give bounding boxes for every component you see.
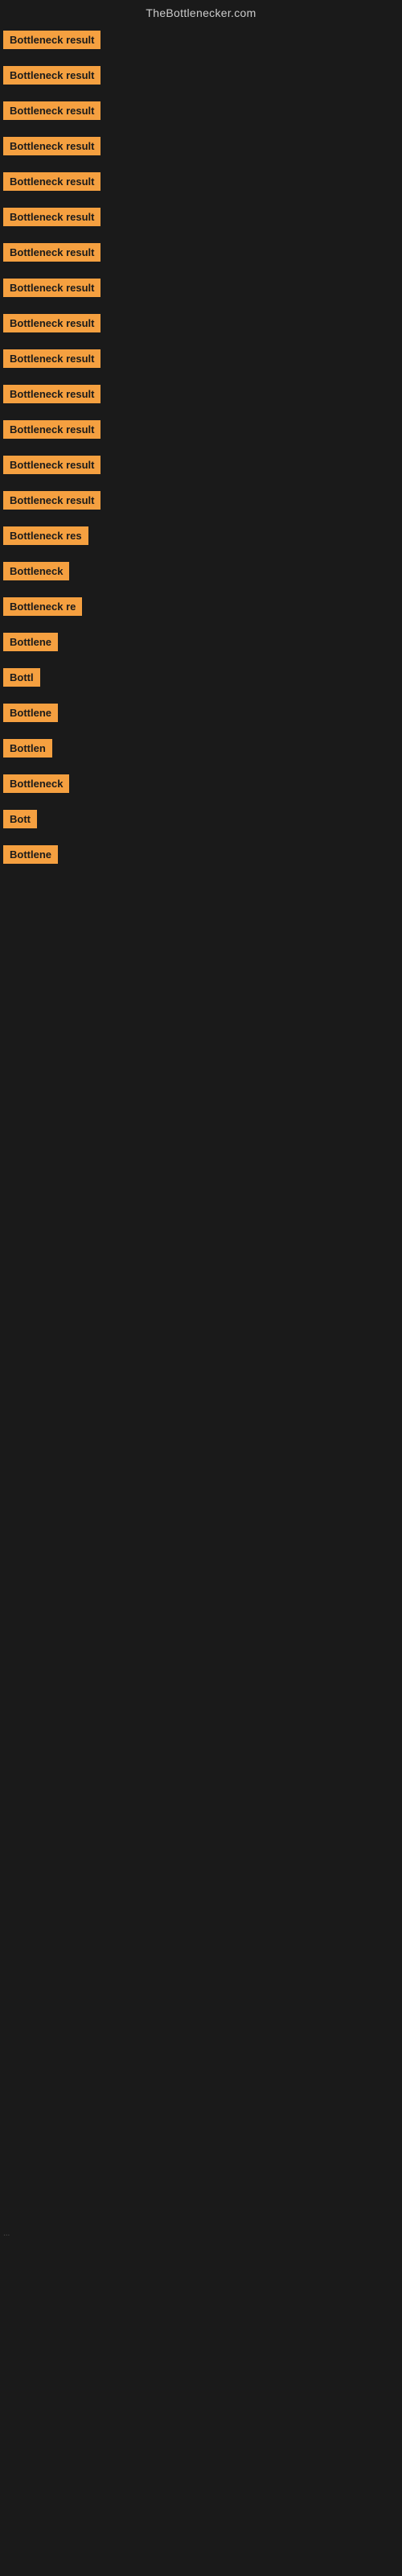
bottleneck-row: Bottleneck result [0, 130, 402, 166]
bottleneck-badge[interactable]: Bottleneck result [3, 243, 100, 262]
bottleneck-row: Bottleneck re [0, 591, 402, 626]
bottleneck-badge[interactable]: Bottleneck result [3, 349, 100, 368]
bottleneck-row: Bottleneck result [0, 449, 402, 485]
bottleneck-badge[interactable]: Bottleneck result [3, 314, 100, 332]
bottleneck-badge[interactable]: Bott [3, 810, 37, 828]
bottleneck-row: Bottleneck result [0, 237, 402, 272]
bottleneck-row: Bottleneck result [0, 485, 402, 520]
bottleneck-badge[interactable]: Bottleneck result [3, 208, 100, 226]
bottleneck-row: Bottleneck result [0, 414, 402, 449]
bottleneck-badge[interactable]: Bottleneck result [3, 385, 100, 403]
bottleneck-badge[interactable]: Bottleneck result [3, 420, 100, 439]
site-title: TheBottlenecker.com [146, 6, 256, 19]
bottleneck-badge[interactable]: Bottleneck [3, 562, 69, 580]
ellipsis-indicator: ... [3, 2229, 10, 2238]
bottleneck-row: Bottleneck result [0, 201, 402, 237]
bottleneck-row: Bottleneck result [0, 343, 402, 378]
bottleneck-badge[interactable]: Bottleneck result [3, 456, 100, 474]
bottleneck-badge[interactable]: Bottleneck [3, 774, 69, 793]
bottleneck-badge[interactable]: Bottlene [3, 633, 58, 651]
bottleneck-row: Bottleneck result [0, 166, 402, 201]
bottleneck-badge[interactable]: Bottlen [3, 739, 52, 758]
bottleneck-badge[interactable]: Bottleneck re [3, 597, 82, 616]
bottleneck-row: Bottleneck [0, 555, 402, 591]
bottleneck-row: Bottleneck result [0, 272, 402, 308]
bottleneck-row: Bottleneck result [0, 95, 402, 130]
bottleneck-row: Bottleneck result [0, 24, 402, 60]
bottleneck-badge[interactable]: Bottlene [3, 845, 58, 864]
bottleneck-row: Bottlene [0, 697, 402, 733]
bottleneck-badge[interactable]: Bottleneck result [3, 66, 100, 85]
bottleneck-row: Bottleneck [0, 768, 402, 803]
bottleneck-badge[interactable]: Bottleneck result [3, 491, 100, 510]
bottleneck-row: Bottl [0, 662, 402, 697]
bottleneck-row: Bottleneck result [0, 60, 402, 95]
bottleneck-badge[interactable]: Bottleneck result [3, 172, 100, 191]
bottleneck-row: Bottlene [0, 839, 402, 874]
spacer [0, 874, 402, 1357]
bottleneck-badge[interactable]: Bottleneck result [3, 279, 100, 297]
bottleneck-badge[interactable]: Bottlene [3, 704, 58, 722]
bottleneck-row: Bott [0, 803, 402, 839]
bottleneck-row: Bottleneck res [0, 520, 402, 555]
site-header: TheBottlenecker.com [0, 0, 402, 24]
bottleneck-badge[interactable]: Bottleneck result [3, 137, 100, 155]
bottleneck-badge[interactable]: Bottl [3, 668, 40, 687]
bottleneck-badge[interactable]: Bottleneck res [3, 526, 88, 545]
bottleneck-row: Bottlen [0, 733, 402, 768]
bottleneck-row: Bottleneck result [0, 308, 402, 343]
bottleneck-list: Bottleneck result Bottleneck result Bottle… [0, 24, 402, 874]
bottleneck-row: Bottleneck result [0, 378, 402, 414]
bottleneck-badge[interactable]: Bottleneck result [3, 31, 100, 49]
bottleneck-row: Bottlene [0, 626, 402, 662]
bottleneck-badge[interactable]: Bottleneck result [3, 101, 100, 120]
